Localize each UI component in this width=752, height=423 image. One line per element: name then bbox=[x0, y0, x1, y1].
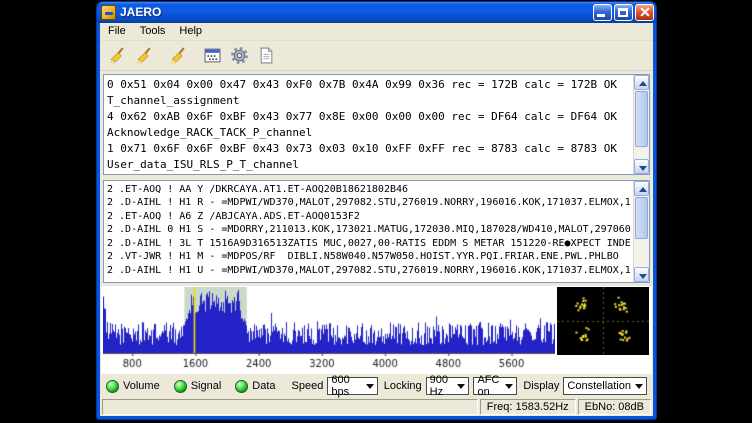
toolbar-separator bbox=[192, 43, 198, 68]
console-line: 2 .VT-JWR ! H1 M - =MDPOS/RF DIBLI.N58W0… bbox=[107, 250, 631, 264]
broom-icon bbox=[109, 47, 126, 64]
statusbar: Freq: 1583.52Hz EbNo: 08dB bbox=[100, 398, 653, 416]
hex-console-text: 0 0x51 0x04 0x00 0x47 0x43 0xF0 0x7B 0x4… bbox=[107, 77, 631, 173]
console-line: 2 .D-AIHL ! H1 R - =MDPWI/WD370,MALOT,29… bbox=[107, 196, 631, 210]
locking-label: Locking bbox=[384, 380, 422, 392]
chevron-down-icon bbox=[505, 384, 513, 389]
broom-icon bbox=[170, 47, 187, 64]
message-console-scrollbar[interactable] bbox=[633, 181, 649, 283]
afc-value: AFC on bbox=[477, 374, 501, 398]
log-file-button[interactable] bbox=[253, 42, 279, 68]
speed-label: Speed bbox=[292, 380, 324, 392]
scroll-up-button[interactable] bbox=[634, 75, 649, 90]
volume-label: Volume bbox=[123, 380, 160, 392]
message-console-text: 2 .ET-AOQ ! AA Y /DKRCAYA.AT1.ET-AOQ20B1… bbox=[107, 183, 631, 282]
settings-button[interactable] bbox=[226, 42, 252, 68]
window-body: File Tools Help bbox=[100, 23, 653, 416]
window-buttons bbox=[593, 4, 654, 21]
display-value: Constellation bbox=[567, 380, 631, 392]
hex-console[interactable]: 0 0x51 0x04 0x00 0x47 0x43 0xF0 0x7B 0x4… bbox=[103, 74, 650, 175]
display-select[interactable]: Constellation bbox=[563, 377, 647, 395]
titlebar[interactable]: JAERO bbox=[97, 2, 656, 23]
spectrum-section bbox=[101, 286, 652, 374]
console-line: 2 .D-AIHL ! 3L T 1516A9D316513ZATIS MUC,… bbox=[107, 237, 631, 251]
speed-select[interactable]: 600 bps bbox=[327, 377, 377, 395]
hex-console-scrollbar[interactable] bbox=[633, 75, 649, 174]
scroll-up-button[interactable] bbox=[634, 181, 649, 196]
volume-indicator: Volume bbox=[106, 380, 160, 393]
scrollbar-thumb[interactable] bbox=[635, 197, 648, 239]
maximize-button[interactable] bbox=[614, 4, 633, 21]
gear-icon bbox=[230, 46, 249, 65]
clear-hex-console-button[interactable] bbox=[104, 42, 130, 68]
status-empty-panel bbox=[102, 399, 478, 415]
spectrum-display[interactable] bbox=[103, 287, 555, 373]
signal-indicator: Signal bbox=[174, 380, 222, 393]
afc-select[interactable]: AFC on bbox=[473, 377, 517, 395]
console-line: User_data_ISU_RLS_P_T_channel bbox=[107, 157, 631, 173]
data-bits-window-button[interactable] bbox=[199, 42, 225, 68]
volume-led-icon bbox=[106, 380, 119, 393]
menubar: File Tools Help bbox=[100, 23, 653, 41]
menu-help[interactable]: Help bbox=[172, 23, 209, 39]
chevron-down-icon bbox=[635, 384, 643, 389]
display-label: Display bbox=[523, 380, 559, 392]
data-led-icon bbox=[235, 380, 248, 393]
status-freq: Freq: 1583.52Hz bbox=[480, 399, 576, 415]
console-line: T_channel_assignment bbox=[107, 93, 631, 109]
locking-value: 900 Hz bbox=[430, 374, 454, 398]
window-title: JAERO bbox=[120, 5, 589, 19]
scroll-down-button[interactable] bbox=[634, 159, 649, 174]
constellation-display bbox=[557, 287, 649, 355]
console-line: 2 .D-AIHL ! H1 U - =MDPWI/WD370,MALOT,29… bbox=[107, 264, 631, 278]
status-ebno: EbNo: 08dB bbox=[578, 399, 651, 415]
scroll-down-button[interactable] bbox=[634, 267, 649, 282]
close-button[interactable] bbox=[635, 4, 654, 21]
chevron-down-icon bbox=[366, 384, 374, 389]
signal-label: Signal bbox=[191, 380, 222, 392]
locking-select[interactable]: 900 Hz bbox=[426, 377, 470, 395]
console-line: 1 0x71 0x6F 0x6F 0xBF 0x43 0x73 0x03 0x1… bbox=[107, 141, 631, 157]
signal-led-icon bbox=[174, 380, 187, 393]
speed-value: 600 bps bbox=[331, 374, 361, 398]
clear-message-console-button[interactable] bbox=[131, 42, 157, 68]
menu-tools[interactable]: Tools bbox=[133, 23, 173, 39]
data-indicator: Data bbox=[235, 380, 275, 393]
console-line: 2 .ET-AOQ ! A6 Z /ABJCAYA.ADS.ET-AOQ0153… bbox=[107, 210, 631, 224]
toolbar bbox=[100, 41, 653, 71]
console-line: 2 .D-AIHL 0 H1 S - =MDORRY,211013.KOK,17… bbox=[107, 223, 631, 237]
maximize-icon bbox=[618, 8, 628, 17]
chevron-down-icon bbox=[457, 384, 465, 389]
console-line: 4 0x62 0xAB 0x6F 0xBF 0x43 0x77 0x8E 0x0… bbox=[107, 109, 631, 125]
jaero-window: JAERO File Tools Help bbox=[97, 2, 656, 419]
console-line: 2 .ET-AOQ ! AA Y /DKRCAYA.AT1.ET-AOQ20B1… bbox=[107, 183, 631, 197]
clear-all-button[interactable] bbox=[165, 42, 191, 68]
data-label: Data bbox=[252, 380, 275, 392]
bits-window-icon bbox=[204, 47, 221, 64]
controls-bar: Volume Signal Data Speed 600 bps Locking bbox=[100, 374, 653, 398]
message-console[interactable]: 2 .ET-AOQ ! AA Y /DKRCAYA.AT1.ET-AOQ20B1… bbox=[103, 180, 650, 284]
console-line: 0 0x51 0x04 0x00 0x47 0x43 0xF0 0x7B 0x4… bbox=[107, 77, 631, 93]
document-icon bbox=[258, 47, 275, 64]
toolbar-separator bbox=[158, 43, 164, 68]
minimize-icon bbox=[597, 14, 605, 17]
app-icon bbox=[101, 5, 116, 20]
console-line: Acknowledge_RACK_TACK_P_channel bbox=[107, 125, 631, 141]
broom-icon bbox=[136, 47, 153, 64]
desktop-background: JAERO File Tools Help bbox=[0, 0, 752, 423]
menu-file[interactable]: File bbox=[101, 23, 133, 39]
scrollbar-thumb[interactable] bbox=[635, 91, 648, 147]
minimize-button[interactable] bbox=[593, 4, 612, 21]
